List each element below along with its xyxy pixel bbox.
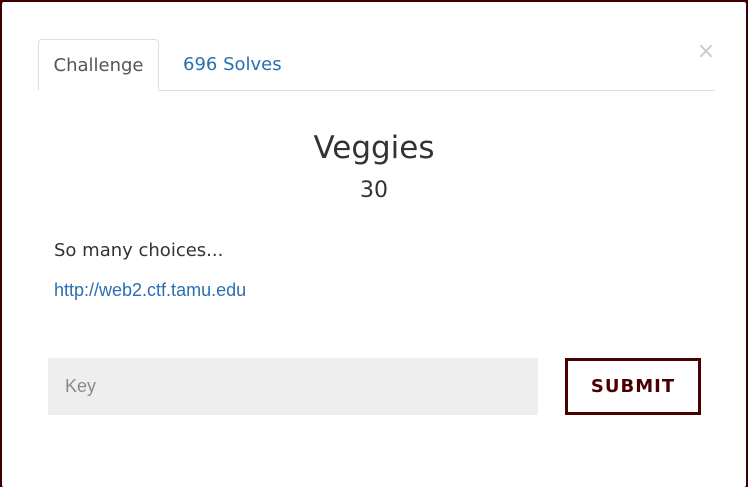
modal-tabs: Challenge 696 Solves [38,39,715,91]
submit-button[interactable]: SUBMIT [565,358,701,415]
key-input[interactable] [48,358,538,415]
challenge-link[interactable]: http://web2.ctf.tamu.edu [54,280,246,301]
tab-solves[interactable]: 696 Solves [183,39,282,90]
challenge-description: So many choices... [54,240,224,261]
tab-challenge[interactable]: Challenge [38,39,159,91]
challenge-value: 30 [360,178,388,203]
challenge-title: Veggies [313,130,435,166]
